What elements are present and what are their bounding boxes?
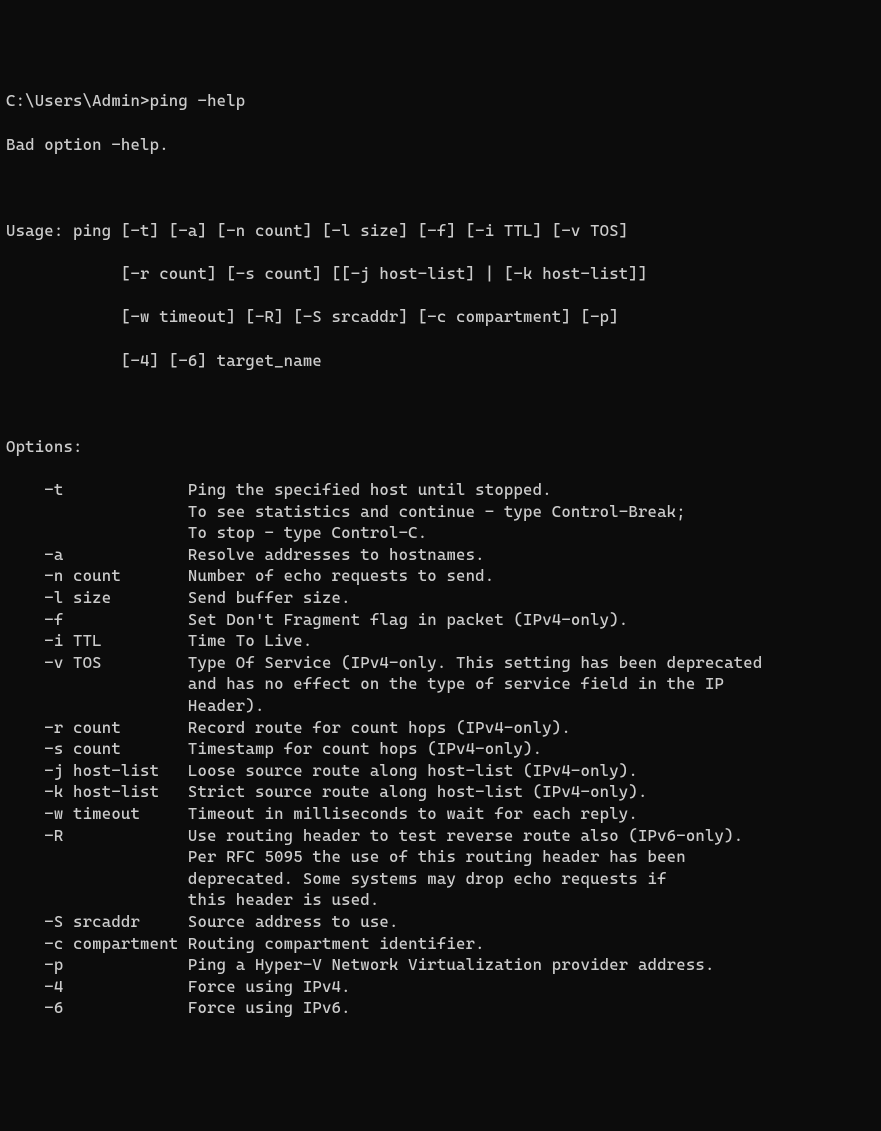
error-line: Bad option -help. — [6, 134, 875, 156]
options-list: -t Ping the specified host until stopped… — [6, 479, 875, 1019]
blank — [6, 393, 875, 415]
prompt: C:\Users\Admin> — [6, 91, 150, 110]
usage-line-1: [-r count] [-s count] [[-j host-list] | … — [6, 263, 875, 285]
typed-command: ping -help — [150, 91, 246, 110]
option-line: -k host-list Strict source route along h… — [6, 781, 875, 803]
option-continuation: Header). — [6, 695, 875, 717]
option-continuation: deprecated. Some systems may drop echo r… — [6, 868, 875, 890]
option-continuation: Per RFC 5095 the use of this routing hea… — [6, 846, 875, 868]
option-line: -R Use routing header to test reverse ro… — [6, 825, 875, 847]
option-line: -l size Send buffer size. — [6, 587, 875, 609]
option-line: -j host-list Loose source route along ho… — [6, 760, 875, 782]
option-line: -n count Number of echo requests to send… — [6, 565, 875, 587]
command-line: C:\Users\Admin>ping -help — [6, 90, 875, 112]
usage-line-0: Usage: ping [-t] [-a] [-n count] [-l siz… — [6, 220, 875, 242]
option-line: -f Set Don't Fragment flag in packet (IP… — [6, 609, 875, 631]
option-line: -r count Record route for count hops (IP… — [6, 717, 875, 739]
option-line: -t Ping the specified host until stopped… — [6, 479, 875, 501]
option-line: -v TOS Type Of Service (IPv4-only. This … — [6, 652, 875, 674]
option-line: -i TTL Time To Live. — [6, 630, 875, 652]
option-line: -S srcaddr Source address to use. — [6, 911, 875, 933]
options-label: Options: — [6, 436, 875, 458]
option-line: -s count Timestamp for count hops (IPv4-… — [6, 738, 875, 760]
blank — [6, 177, 875, 199]
option-continuation: To stop - type Control-C. — [6, 522, 875, 544]
option-line: -w timeout Timeout in milliseconds to wa… — [6, 803, 875, 825]
usage-line-3: [-4] [-6] target_name — [6, 350, 875, 372]
usage-line-2: [-w timeout] [-R] [-S srcaddr] [-c compa… — [6, 306, 875, 328]
option-line: -4 Force using IPv4. — [6, 976, 875, 998]
option-line: -c compartment Routing compartment ident… — [6, 933, 875, 955]
option-continuation: To see statistics and continue - type Co… — [6, 501, 875, 523]
option-continuation: this header is used. — [6, 889, 875, 911]
option-line: -6 Force using IPv6. — [6, 997, 875, 1019]
option-line: -p Ping a Hyper-V Network Virtualization… — [6, 954, 875, 976]
option-line: -a Resolve addresses to hostnames. — [6, 544, 875, 566]
option-continuation: and has no effect on the type of service… — [6, 673, 875, 695]
